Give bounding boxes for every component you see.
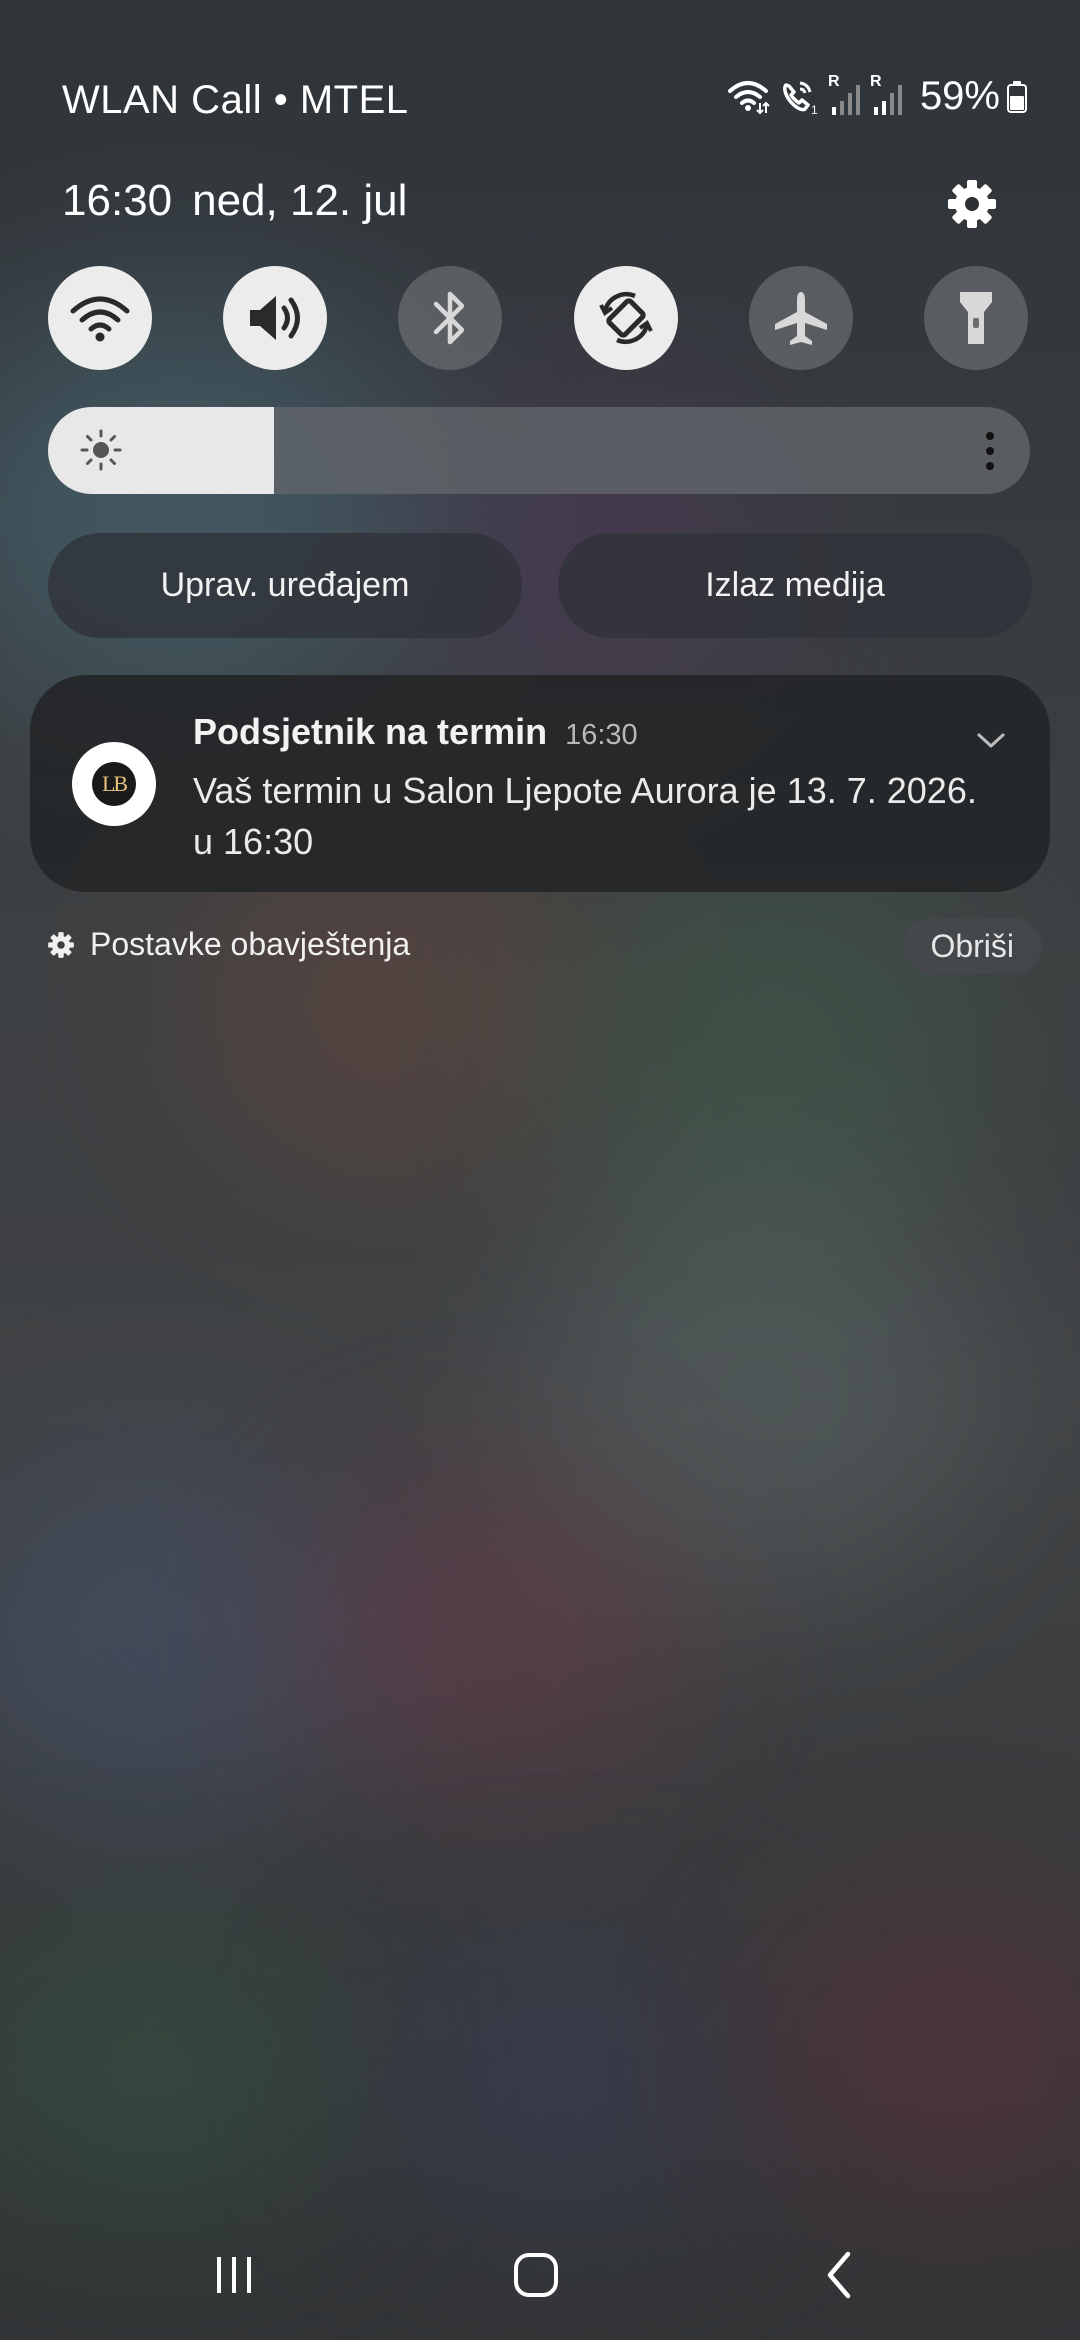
airplane-icon	[774, 292, 827, 345]
bluetooth-icon	[434, 291, 465, 345]
media-output-button[interactable]: Izlaz medija	[558, 533, 1032, 638]
brightness-sun-icon	[80, 429, 122, 471]
recent-apps-button[interactable]	[194, 2240, 274, 2310]
auto-rotate-icon	[598, 292, 653, 344]
notification-settings-label: Postavke obavještenja	[90, 926, 411, 962]
notification-time: 16:30	[565, 719, 638, 751]
bluetooth-toggle[interactable]	[398, 266, 503, 370]
clock: 16:30	[62, 176, 173, 225]
back-icon	[827, 2251, 851, 2299]
notification-settings-link[interactable]: Postavke obavještenja	[46, 926, 410, 963]
status-bar: WLAN Call • MTEL 1 R R 59%	[62, 73, 1028, 128]
navigation-bar	[0, 2210, 1080, 2340]
wifi-calling-icon	[727, 80, 770, 114]
clear-all-button[interactable]: Obriši	[902, 918, 1042, 974]
notification-body: Vaš termin u Salon Ljepote Aurora je 13.…	[193, 770, 977, 862]
svg-text:1: 1	[811, 103, 818, 117]
notification-title: Podsjetnik na termin	[193, 711, 548, 752]
back-button[interactable]	[800, 2240, 880, 2310]
device-control-button[interactable]: Uprav. uređajem	[48, 533, 522, 638]
quick-settings-row	[48, 266, 1028, 370]
volte-call-icon: 1	[782, 81, 818, 117]
app-logo-initials: LB	[92, 762, 136, 806]
auto-rotate-toggle[interactable]	[573, 266, 678, 370]
notification-title-row: Podsjetnik na termin 16:30	[193, 711, 638, 753]
more-options-icon[interactable]	[984, 431, 996, 471]
flashlight-icon	[959, 292, 992, 344]
carrier-label: WLAN Call • MTEL	[62, 78, 409, 122]
home-button[interactable]	[496, 2240, 576, 2310]
status-icons: 1 R R 59%	[726, 73, 1028, 119]
wifi-icon	[70, 296, 130, 342]
signal-1-icon: R	[828, 73, 864, 117]
notification-card[interactable]: LB Podsjetnik na termin 16:30 Vaš termin …	[30, 675, 1050, 892]
home-icon	[514, 2253, 558, 2297]
battery-percentage: 59%	[919, 74, 1000, 118]
chevron-down-icon[interactable]	[974, 723, 1008, 757]
recent-apps-icon	[217, 2257, 251, 2293]
settings-gear-icon[interactable]	[944, 176, 1000, 232]
date-label: ned, 12. jul	[192, 176, 408, 225]
signal-2-icon: R	[870, 73, 906, 117]
battery-icon	[1007, 80, 1027, 113]
notification-footer: Postavke obavještenja Obriši	[46, 918, 1042, 974]
header-datetime: 16:30 ned, 12. jul	[62, 176, 407, 226]
wifi-toggle[interactable]	[48, 266, 152, 370]
volume-icon	[250, 296, 301, 340]
brightness-slider[interactable]	[48, 407, 1030, 494]
app-logo: LB	[72, 742, 156, 826]
airplane-mode-toggle[interactable]	[748, 266, 853, 370]
flashlight-toggle[interactable]	[923, 266, 1028, 370]
sound-toggle[interactable]	[223, 266, 328, 370]
gear-icon	[48, 931, 74, 958]
